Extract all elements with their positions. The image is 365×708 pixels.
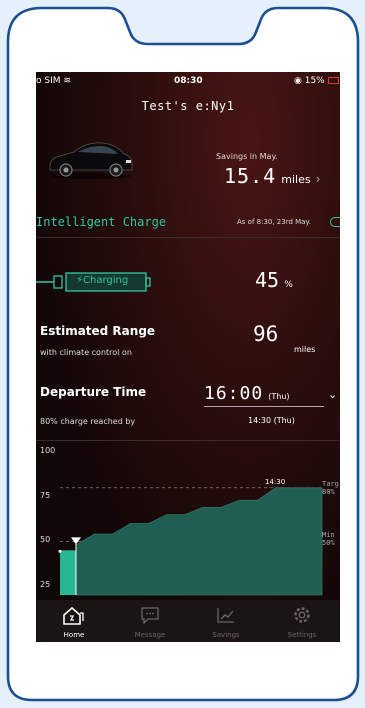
tab-home[interactable]: Home <box>36 600 112 642</box>
min-label: Min 50% <box>322 531 335 547</box>
chevron-right-icon: › <box>315 172 321 186</box>
departure-subtitle: 80% charge reached by <box>40 417 136 426</box>
battery-status: ◉ 15% <box>294 76 339 86</box>
chevron-down-icon[interactable]: ⌄ <box>328 388 337 401</box>
vehicle-name: Test's e:Ny1 <box>141 99 235 113</box>
savings-chart-icon <box>217 608 234 623</box>
message-icon <box>141 607 159 624</box>
refresh-toggle-icon[interactable] <box>330 217 340 227</box>
savings-label: Savings in May. <box>216 152 278 161</box>
charge-reached-time: 14:30 (Thu) <box>248 416 295 425</box>
wifi-icon: ≋ <box>63 76 71 86</box>
home-charger-icon <box>63 606 84 625</box>
carrier-label: o SIM ≋ <box>36 76 71 86</box>
current-point <box>58 549 62 553</box>
as-of-label: As of 8:30, 23rd May. <box>237 218 311 226</box>
charge-percent: 45 % <box>255 268 293 292</box>
settings-gear-icon <box>294 607 310 623</box>
chart-annotation-time: 14:30 <box>265 478 286 486</box>
tab-settings[interactable]: Settings <box>264 600 340 642</box>
charge-area <box>75 487 323 596</box>
app-screen: o SIM ≋ 08:30 ◉ 15% Test's e:Ny1 Savings… <box>36 72 340 642</box>
departure-title: Departure Time <box>40 385 147 399</box>
tab-bar: Home Message Savings Settings <box>36 600 340 642</box>
bolt-icon: ⚡ <box>76 275 84 286</box>
charge-chart <box>58 487 323 596</box>
section-title: Intelligent Charge <box>36 215 167 229</box>
current-charge-bar <box>60 550 76 595</box>
departure-time-selector[interactable]: 16:00 (Thu) <box>204 383 324 407</box>
charging-label: ⚡Charging <box>76 275 129 286</box>
range-unit: miles <box>294 345 316 354</box>
tab-message[interactable]: Message <box>112 600 188 642</box>
tab-savings[interactable]: Savings <box>188 600 264 642</box>
target-label: Targ 80% <box>322 480 339 496</box>
battery-icon <box>327 77 339 84</box>
range-title: Estimated Range <box>40 324 156 338</box>
clock: 08:30 <box>174 76 203 86</box>
range-subtitle: with climate control on <box>40 348 132 357</box>
car-image <box>49 142 133 179</box>
range-value: 96 <box>253 322 279 346</box>
savings-value[interactable]: 15.4 miles › <box>224 164 321 188</box>
